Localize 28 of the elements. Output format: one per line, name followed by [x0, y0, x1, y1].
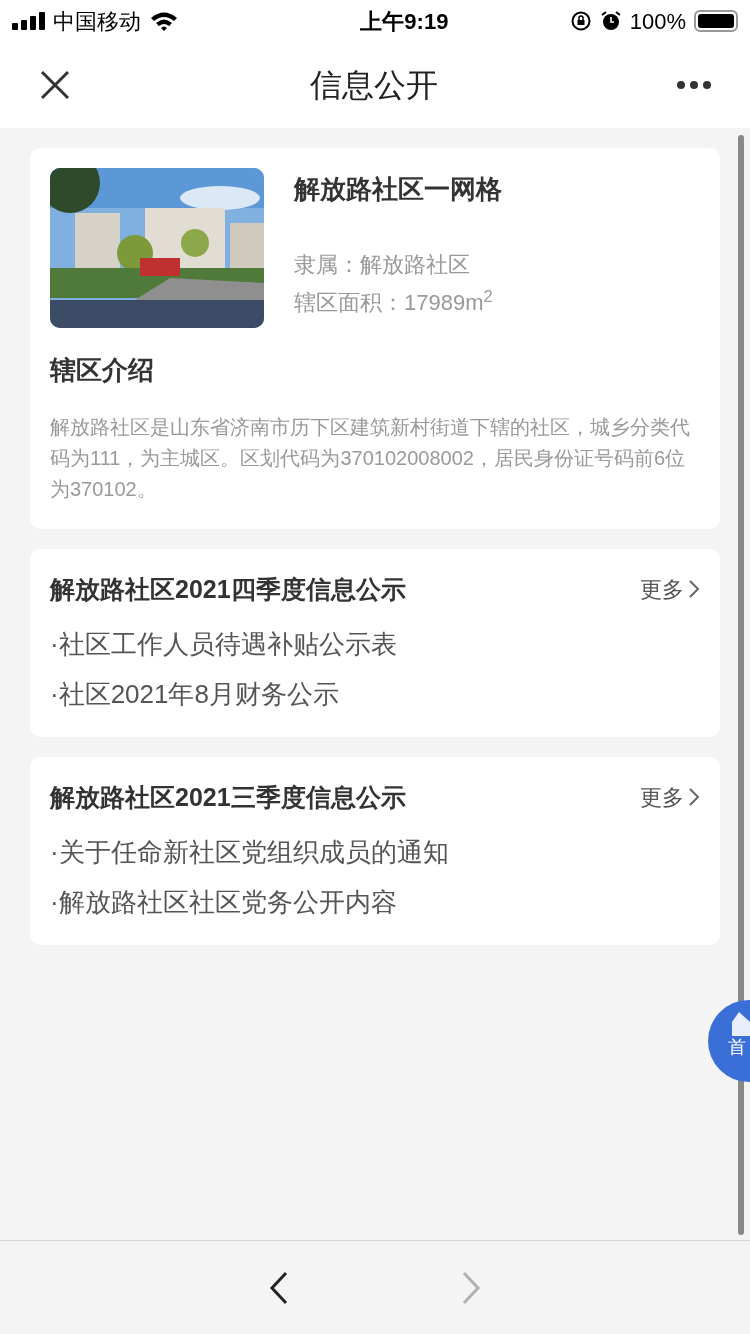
- page-title: 信息公开: [310, 66, 438, 105]
- battery-icon: [694, 10, 738, 32]
- wifi-icon: [149, 10, 179, 32]
- close-icon[interactable]: [38, 68, 72, 102]
- carrier-name: 中国移动: [53, 7, 141, 36]
- grid-name: 解放路社区一网格: [294, 173, 502, 206]
- notice-item[interactable]: ·社区工作人员待遇补贴公示表: [50, 619, 700, 669]
- status-time: 上午9:19: [360, 7, 449, 36]
- home-button[interactable]: 首: [708, 1000, 750, 1082]
- chevron-right-icon: [688, 579, 700, 599]
- more-link[interactable]: 更多: [640, 572, 700, 606]
- area-text: 辖区面积：17989m$^{2}$: [294, 285, 494, 317]
- notice-title: 解放路社区2021三季度信息公示: [50, 782, 406, 813]
- more-icon[interactable]: [676, 80, 712, 90]
- battery-percent: 100%: [629, 7, 686, 36]
- chevron-right-icon: [688, 787, 700, 807]
- alarm-icon: [599, 10, 622, 32]
- notice-item[interactable]: ·解放路社区社区党务公开内容: [50, 877, 700, 927]
- signal-icon: [12, 12, 45, 30]
- rotation-lock-icon: [569, 10, 592, 32]
- notice-title: 解放路社区2021四季度信息公示: [50, 574, 406, 605]
- affiliation-text: 隶属：解放路社区: [294, 251, 471, 279]
- more-link[interactable]: 更多: [640, 780, 700, 814]
- notice-item[interactable]: ·社区2021年8月财务公示: [50, 669, 700, 719]
- intro-paragraph: 解放路社区是山东省济南市历下区建筑新村街道下辖的社区，城乡分类代码为111，为主城区。区划代码为370102008002，居民身份证号码前6位为370102。: [50, 415, 691, 502]
- back-button[interactable]: [268, 1270, 290, 1305]
- notice-item[interactable]: ·关于任命新社区党组织成员的通知: [50, 827, 700, 877]
- section-heading: 辖区介绍: [50, 354, 155, 387]
